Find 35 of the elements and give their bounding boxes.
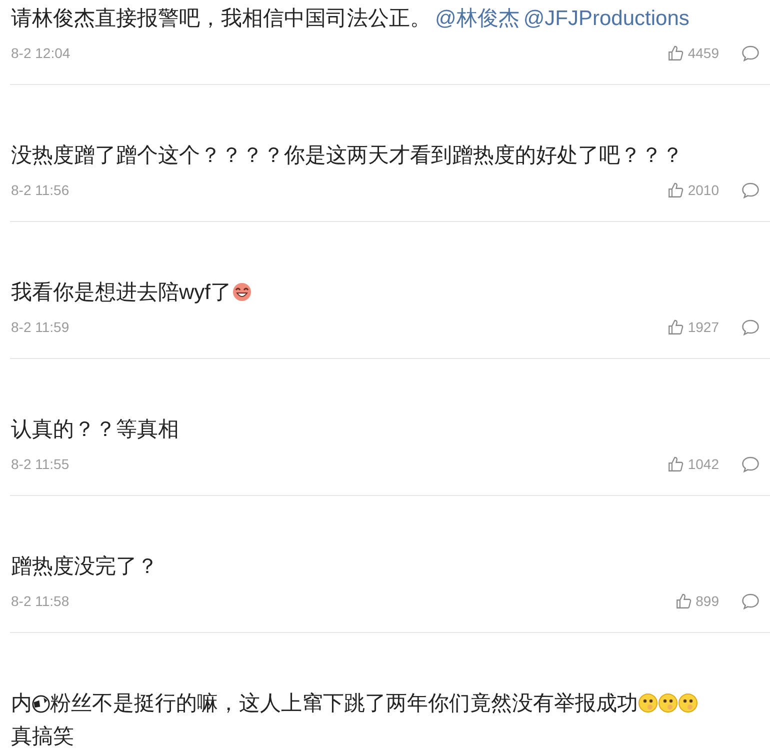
comment-text: 内 (11, 692, 32, 715)
like-button[interactable]: 1042 (666, 454, 719, 474)
thinking-face-icon (658, 693, 678, 713)
comment-text: 没热度蹭了蹭个这个？？？？你是这两天才看到蹭热度的好处了吧？？？ (11, 144, 683, 167)
thumbs-up-icon (666, 182, 684, 198)
like-button[interactable]: 1927 (666, 316, 719, 338)
thumbs-up-icon (666, 456, 684, 472)
comment-text: 粉丝不是挺行的嘛，这人上窜下跳了两年你们竟然没有举报成功 (50, 692, 638, 715)
comment-icon[interactable] (741, 456, 760, 472)
comment-icon[interactable] (741, 182, 760, 198)
thinking-face-icon (678, 693, 698, 713)
comment-text: 真搞笑 (11, 724, 74, 750)
comment-icon[interactable] (741, 318, 760, 336)
thumbs-up-icon (666, 44, 684, 62)
comment-icon[interactable] (741, 44, 760, 62)
like-button[interactable]: 2010 (666, 180, 719, 200)
comment-text: 请林俊杰直接报警吧，我相信中国司法公正。 (11, 7, 431, 30)
comment-text: 认真的？？等真相 (11, 418, 179, 441)
mention-link[interactable]: @林俊杰 (435, 7, 520, 30)
thinking-face-icon (638, 693, 658, 713)
comment-time: 8-2 11:58 (10, 592, 70, 610)
comment-time: 8-2 11:55 (10, 454, 70, 474)
mention-link[interactable]: @JFJProductions (523, 7, 690, 30)
comment-time: 8-2 11:59 (10, 318, 70, 336)
laughing-face-icon (232, 282, 252, 302)
comment-text: 蹭热度没完了？ (11, 555, 158, 578)
like-button[interactable]: 899 (674, 590, 719, 612)
comment-time: 8-2 11:56 (10, 180, 70, 200)
thumbs-up-icon (666, 318, 684, 336)
like-button[interactable]: 4459 (666, 42, 719, 64)
comment-text: 我看你是想进去陪wyf了 (11, 281, 232, 304)
comment-time: 8-2 12:04 (10, 44, 70, 62)
ball-icon (32, 695, 50, 713)
thumbs-up-icon (674, 592, 692, 610)
comment-icon[interactable] (741, 592, 760, 610)
